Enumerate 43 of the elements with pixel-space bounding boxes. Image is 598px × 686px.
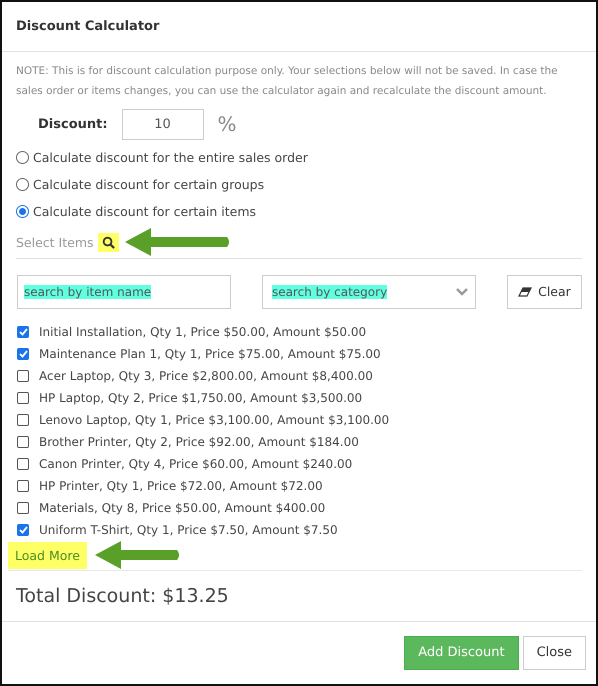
item-option[interactable]: Uniform T-Shirt, Qty 1, Price $7.50, Amount $7.50 [17,518,582,541]
checkbox[interactable] [17,458,29,470]
item-option[interactable]: Lenovo Laptop, Qty 1, Price $3,100.00, Amount $3,100.00 [17,408,582,431]
search-icon[interactable] [98,232,119,252]
chevron-down-icon[interactable] [454,286,469,297]
load-more-link[interactable]: Load More [8,542,87,569]
item-option[interactable]: HP Laptop, Qty 2, Price $1,750.00, Amount $3,500.00 [17,386,582,409]
checkbox[interactable] [17,502,29,514]
note-text: NOTE: This is for discount calculation purpose only. Your selections below will not be saved. In case the sales order or items changes, you can use the calculator again and recalculate the discount amount. [16,64,559,99]
total-discount: Total Discount: $13.25 [16,584,230,609]
checkbox[interactable] [17,480,29,492]
radio-icon[interactable] [16,178,29,191]
item-option[interactable]: Initial Installation, Qty 1, Price $50.00, Amount $50.00 [17,320,582,343]
discount-mode-option[interactable]: Calculate discount for certain items [16,198,582,225]
item-option[interactable]: Canon Printer, Qty 4, Price $60.00, Amount $240.00 [17,452,582,475]
checkbox[interactable] [17,414,29,426]
category-search-input[interactable]: search by category [272,284,388,300]
discount-label: Discount: [38,116,108,132]
item-option[interactable]: Brother Printer, Qty 2, Price $92.00, Amount $184.00 [17,430,582,453]
checkbox[interactable] [17,436,29,448]
item-option[interactable]: Materials, Qty 8, Price $50.00, Amount $400.00 [17,496,582,519]
dialog-title: Discount Calculator [16,18,160,34]
item-option[interactable]: Acer Laptop, Qty 3, Price $2,800.00, Amount $8,400.00 [17,364,582,387]
radio-icon[interactable] [16,150,29,164]
eraser-icon [518,286,532,297]
checkbox[interactable] [17,326,29,338]
item-option[interactable]: HP Printer, Qty 1, Price $72.00, Amount $72.00 [17,474,582,497]
item-name-search-box[interactable]: search by item name [17,274,231,309]
clear-button[interactable]: Clear [506,274,582,309]
discount-field[interactable]: 10 [122,108,204,140]
category-select[interactable]: search by category [262,274,476,309]
item-name-search-input[interactable]: search by item name [24,284,152,300]
select-items-label: Select Items [16,234,94,250]
percent-unit: % [218,112,237,136]
checkbox[interactable] [17,370,29,382]
discount-mode-option[interactable]: Calculate discount for the entire sales order [16,144,582,171]
radio-icon[interactable] [16,204,29,218]
close-button[interactable]: Close [522,636,586,670]
checkbox[interactable] [17,392,29,404]
discount-mode-option[interactable]: Calculate discount for certain groups [16,170,582,198]
item-option[interactable]: Maintenance Plan 1, Qty 1, Price $75.00, Amount $75.00 [17,342,582,365]
checkbox[interactable] [17,524,29,536]
checkbox[interactable] [17,348,29,360]
